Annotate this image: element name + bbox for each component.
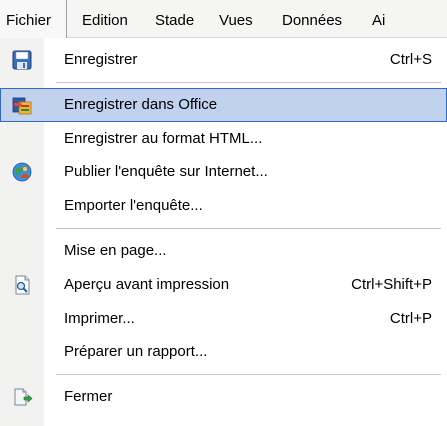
menu-item-label: Publier l'enquête sur Internet...	[64, 163, 268, 180]
menu-item-apercu-impression[interactable]: Aperçu avant impression Ctrl+Shift+P	[0, 268, 447, 302]
globe-person-icon	[12, 162, 32, 182]
menu-item-label: Aperçu avant impression	[64, 276, 230, 293]
menu-item-label: Enregistrer dans Office	[64, 96, 218, 113]
menu-item-publier-internet[interactable]: Publier l'enquête sur Internet...	[0, 155, 447, 189]
menu-item-shortcut: Ctrl+S	[389, 51, 432, 68]
menu-ai[interactable]: Ai	[372, 12, 385, 30]
menu-item-shortcut: Ctrl+P	[389, 310, 432, 327]
menu-item-preparer-rapport[interactable]: Préparer un rapport...	[0, 335, 447, 369]
menu-item-imprimer[interactable]: Imprimer... Ctrl+P	[0, 302, 447, 336]
menu-item-enregistrer-office[interactable]: Enregistrer dans Office	[0, 88, 447, 122]
office-export-icon	[12, 97, 32, 115]
menu-item-mise-en-page[interactable]: Mise en page...	[0, 234, 447, 268]
menu-item-label: Mise en page...	[64, 242, 167, 259]
menu-fichier[interactable]: Fichier	[0, 0, 67, 38]
menu-item-fermer[interactable]: Fermer	[0, 380, 447, 414]
menu-edition[interactable]: Edition	[82, 12, 128, 30]
menu-item-label: Emporter l'enquête...	[64, 197, 203, 214]
menu-separator	[56, 228, 441, 229]
menu-item-enregistrer[interactable]: Enregistrer Ctrl+S	[0, 43, 447, 77]
menu-fichier-label: Fichier	[6, 12, 52, 29]
menu-item-shortcut: Ctrl+Shift+P	[351, 276, 432, 293]
menu-item-label: Enregistrer au format HTML...	[64, 130, 263, 147]
menu-item-label: Fermer	[64, 388, 113, 405]
save-icon	[12, 50, 32, 70]
menu-item-label: Enregistrer	[64, 51, 138, 68]
close-document-icon	[14, 388, 33, 406]
menu-donnees[interactable]: Données	[282, 12, 342, 30]
menu-bar: Fichier Edition Stade Vues Données Ai	[0, 0, 447, 38]
menu-item-enregistrer-html[interactable]: Enregistrer au format HTML...	[0, 122, 447, 156]
menu-separator	[56, 374, 441, 375]
menu-vues[interactable]: Vues	[219, 12, 253, 30]
menu-item-label: Préparer un rapport...	[64, 343, 208, 360]
fichier-dropdown: Enregistrer Ctrl+S Enregistrer dans Offi…	[0, 38, 447, 426]
menu-item-emporter-enquete[interactable]: Emporter l'enquête...	[0, 189, 447, 223]
menu-item-label: Imprimer...	[64, 310, 135, 327]
menu-separator	[56, 82, 441, 83]
print-preview-icon	[15, 275, 30, 295]
menu-stade[interactable]: Stade	[155, 12, 194, 30]
